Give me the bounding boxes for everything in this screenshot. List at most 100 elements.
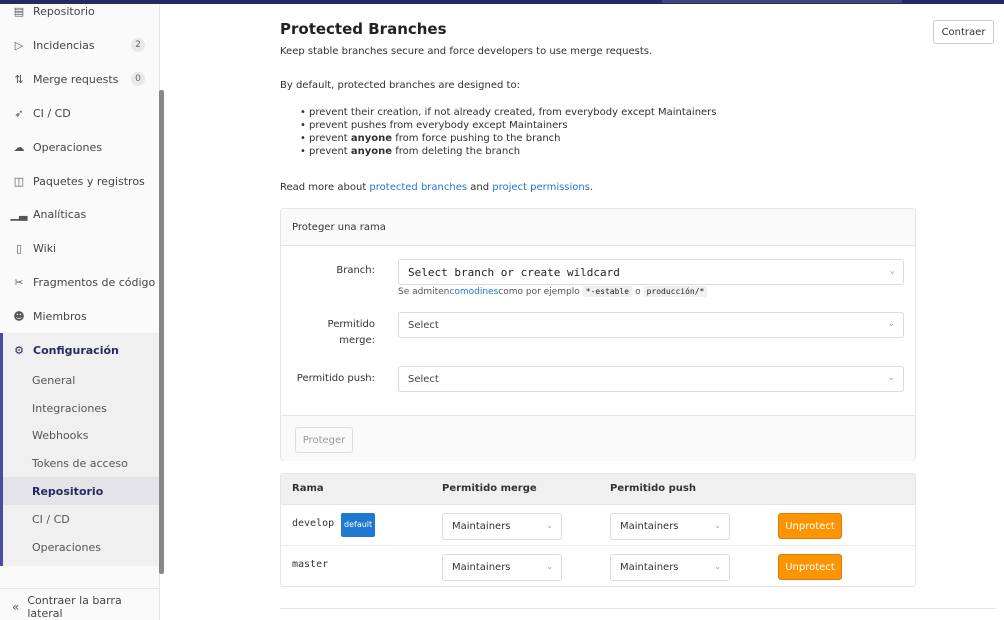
sidebar-item-analiticas[interactable]: ▁▃ Analíticas — [0, 197, 159, 231]
allowed-merge-value: Select — [408, 319, 439, 331]
package-icon: ◫ — [13, 174, 25, 188]
panel-heading: Proteger una rama — [281, 209, 915, 246]
sidebar-subitem-ci-cd[interactable]: CI / CD — [3, 505, 159, 533]
branch-name: develop — [292, 518, 335, 529]
sidebar-item-label: Operaciones — [33, 140, 102, 154]
merge-access-dropdown[interactable]: Maintainers ⌄ — [442, 513, 562, 540]
sidebar-item-label: Miembros — [33, 309, 87, 323]
cloud-icon: ☁ — [13, 140, 25, 154]
branch-label: Branch: — [336, 265, 375, 276]
merge-request-icon: ⇅ — [14, 72, 24, 86]
list-item: prevent pushes from everybody except Mai… — [300, 119, 717, 132]
chevron-down-icon: ⌄ — [889, 266, 895, 276]
chart-icon: ▁▃ — [10, 207, 28, 221]
code-sample: producción/* — [643, 286, 708, 297]
column-header-push: Permitido push — [610, 483, 696, 494]
sidebar-item-label: CI / CD — [33, 106, 71, 120]
table-header: Rama Permitido merge Permitido push — [281, 474, 915, 505]
collapse-sidebar-button[interactable]: « Contraer la barra lateral — [0, 588, 159, 620]
issues-icon: ▷ — [14, 38, 24, 52]
push-access-dropdown[interactable]: Maintainers ⌄ — [610, 554, 730, 581]
chevron-down-icon: ⌄ — [546, 562, 553, 571]
sidebar-item-label: Configuración — [33, 343, 119, 357]
page-title: Protected Branches — [280, 20, 447, 38]
merge-access-dropdown[interactable]: Maintainers ⌄ — [442, 554, 562, 581]
protect-button[interactable]: Proteger — [295, 427, 353, 453]
allowed-push-select[interactable]: Select ⌄ — [398, 366, 904, 392]
main-content: Protected Branches Keep stable branches … — [280, 0, 1004, 620]
merge-label: Permitido merge: — [327, 319, 375, 346]
issues-count-badge: 2 — [131, 38, 145, 52]
sidebar-item-wiki[interactable]: ▯ Wiki — [0, 231, 159, 265]
code-sample: *-estable — [582, 286, 633, 297]
sidebar-item-incidencias[interactable]: ▷ Incidencias 2 — [0, 28, 159, 62]
scissors-icon: ✂ — [14, 275, 24, 289]
list-item: prevent anyone from deleting the branch — [300, 145, 717, 158]
project-permissions-link[interactable]: project permissions — [492, 182, 590, 193]
list-item: prevent anyone from force pushing to the… — [300, 132, 717, 145]
sidebar-scrollbar[interactable] — [159, 90, 164, 574]
sidebar-subitem-webhooks[interactable]: Webhooks — [3, 421, 159, 449]
read-more-text: Read more about protected branches and p… — [280, 182, 594, 193]
chevron-down-icon: ⌄ — [887, 373, 895, 383]
rules-list: prevent their creation, if not already c… — [300, 106, 717, 158]
protected-branches-link[interactable]: protected branches — [369, 182, 467, 193]
branch-name: master — [292, 559, 329, 570]
sidebar-subitem-operaciones[interactable]: Operaciones — [3, 533, 159, 561]
wildcards-link[interactable]: comodines — [449, 287, 498, 297]
push-access-dropdown[interactable]: Maintainers ⌄ — [610, 513, 730, 540]
sidebar-item-fragmentos[interactable]: ✂ Fragmentos de código — [0, 265, 159, 299]
unprotect-button[interactable]: Unprotect — [778, 513, 842, 539]
sidebar-item-miembros[interactable]: ☻ Miembros — [0, 299, 159, 333]
collapse-sidebar-label: Contraer la barra lateral — [27, 593, 122, 620]
sidebar-item-label: Fragmentos de código — [33, 275, 156, 289]
section-divider — [280, 608, 996, 609]
book-icon: ▯ — [15, 241, 23, 255]
allowed-push-value: Select — [408, 373, 439, 385]
sidebar-item-ci-cd[interactable]: ➶ CI / CD — [0, 96, 159, 130]
collapse-section-button[interactable]: Contraer — [933, 20, 994, 44]
chevron-down-icon: ⌄ — [714, 562, 721, 571]
gear-icon: ⚙ — [14, 343, 24, 357]
sidebar-item-repositorio[interactable]: ▤ Repositorio — [0, 0, 159, 28]
push-label: Permitido push: — [296, 373, 375, 384]
branch-select[interactable]: Select branch or create wildcard ⌄ — [398, 259, 904, 285]
wildcard-hint: Se admiten comodines como por ejemplo *-e… — [398, 286, 710, 297]
double-chevron-left-icon: « — [12, 599, 20, 614]
sidebar-item-label: Repositorio — [33, 4, 95, 18]
sidebar-item-paquetes[interactable]: ◫ Paquetes y registros — [0, 164, 159, 198]
sidebar-item-label: Analíticas — [33, 207, 87, 221]
branch-select-placeholder: Select branch or create wildcard — [408, 265, 620, 279]
sidebar-item-configuracion[interactable]: ⚙ Configuración — [0, 333, 159, 367]
sidebar-item-operaciones[interactable]: ☁ Operaciones — [0, 130, 159, 164]
sidebar-subitem-repositorio[interactable]: Repositorio — [3, 477, 159, 505]
sidebar-item-label: Wiki — [33, 241, 57, 255]
protect-branch-panel: Proteger una rama Branch: Select branch … — [280, 208, 916, 461]
sidebar-item-merge-requests[interactable]: ⇅ Merge requests 0 — [0, 62, 159, 96]
sidebar-item-label: Paquetes y registros — [33, 174, 145, 188]
panel-footer: Proteger — [281, 415, 915, 461]
default-badge: default — [341, 513, 376, 537]
sidebar: ▤ Repositorio ▷ Incidencias 2 ⇅ Merge re… — [0, 4, 160, 620]
chevron-down-icon: ⌄ — [546, 521, 553, 530]
sidebar-subitem-tokens[interactable]: Tokens de acceso — [3, 449, 159, 477]
rocket-icon: ➶ — [14, 106, 24, 120]
column-header-merge: Permitido merge — [442, 483, 537, 494]
sidebar-item-label: Merge requests — [33, 72, 119, 86]
table-row: master Maintainers ⌄ Maintainers ⌄ Unpro… — [281, 546, 915, 587]
unprotect-button[interactable]: Unprotect — [778, 554, 842, 580]
chevron-down-icon: ⌄ — [887, 319, 895, 329]
sidebar-subitem-integraciones[interactable]: Integraciones — [3, 394, 159, 422]
users-icon: ☻ — [13, 309, 25, 323]
sidebar-subitem-general[interactable]: General — [3, 366, 159, 394]
document-icon: ▤ — [13, 4, 25, 18]
table-row: develop default Maintainers ⌄ Maintainer… — [281, 505, 915, 546]
protected-branches-table: Rama Permitido merge Permitido push deve… — [280, 473, 916, 587]
sidebar-item-label: Incidencias — [33, 38, 95, 52]
chevron-down-icon: ⌄ — [714, 521, 721, 530]
list-item: prevent their creation, if not already c… — [300, 106, 717, 119]
intro-text: By default, protected branches are desig… — [280, 80, 520, 91]
allowed-merge-select[interactable]: Select ⌄ — [398, 312, 904, 338]
merge-requests-count-badge: 0 — [131, 72, 145, 86]
column-header-rama: Rama — [292, 483, 324, 494]
